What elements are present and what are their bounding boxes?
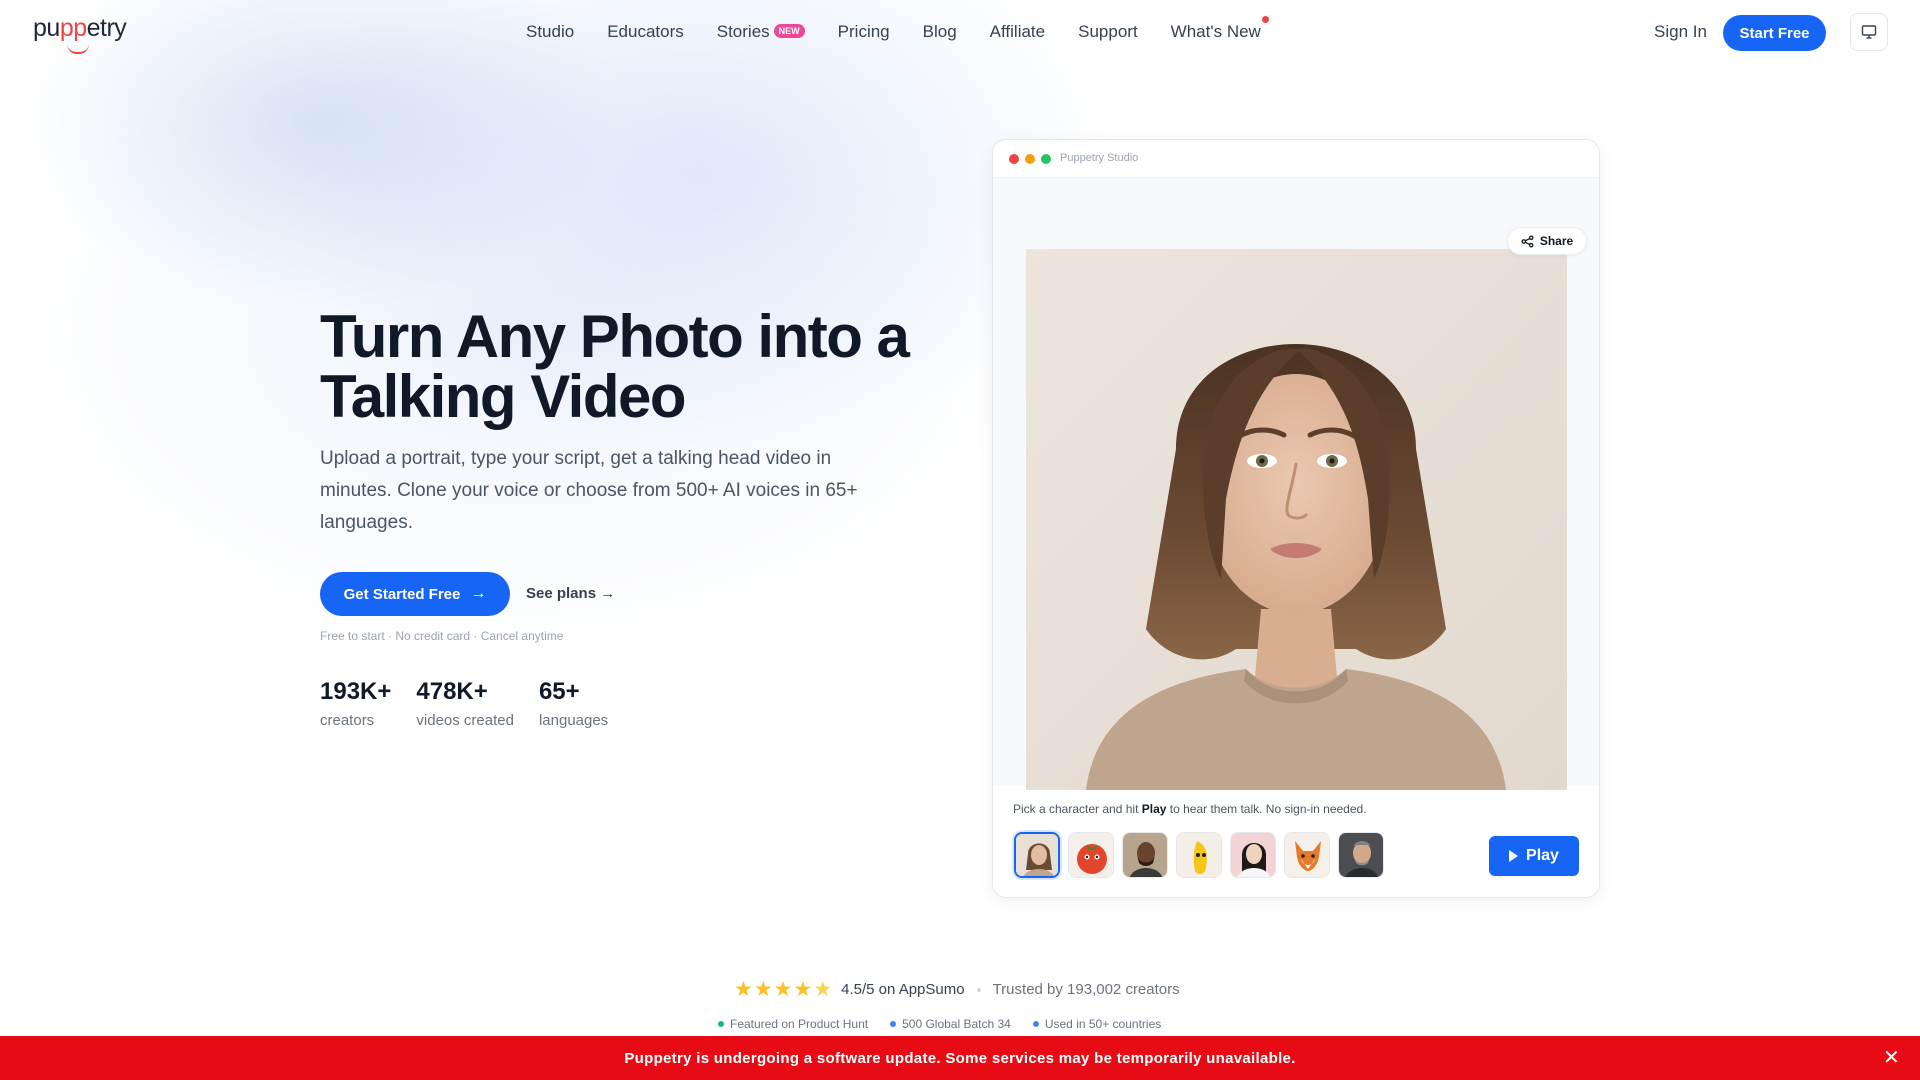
separator-dot bbox=[976, 987, 981, 992]
start-free-button[interactable]: Start Free bbox=[1723, 15, 1826, 51]
star-icon: ★ bbox=[793, 978, 813, 1001]
rating-row: ★ ★ ★ ★ ★ 4.5/5 on AppSumo Trusted by 19… bbox=[734, 979, 1180, 1000]
arrow-right-icon: → bbox=[470, 585, 487, 602]
play-button[interactable]: Play bbox=[1489, 836, 1579, 876]
share-button[interactable]: Share bbox=[1507, 227, 1587, 255]
nav-item-support[interactable]: Support bbox=[1078, 22, 1138, 42]
new-badge: NEW bbox=[773, 23, 805, 38]
nav-item-blog[interactable]: Blog bbox=[923, 22, 957, 42]
window-close-dot bbox=[1009, 154, 1019, 164]
notification-dot bbox=[1261, 16, 1269, 23]
window-minimize-dot bbox=[1025, 154, 1035, 164]
hero-background-glow bbox=[0, 0, 1920, 1080]
get-started-button[interactable]: Get Started Free → bbox=[320, 572, 510, 616]
get-started-label: Get Started Free bbox=[343, 585, 461, 603]
play-label: Play bbox=[1526, 847, 1559, 864]
character-older-man[interactable] bbox=[1338, 832, 1384, 878]
stat-label: languages bbox=[538, 712, 609, 729]
character-banana[interactable] bbox=[1176, 832, 1222, 878]
stat-label: videos created bbox=[416, 712, 514, 729]
portrait-image bbox=[1026, 249, 1567, 790]
stat-value: 65+ bbox=[538, 678, 580, 705]
display-toggle-button[interactable] bbox=[1850, 13, 1888, 51]
trusted-count: Trusted by 193,002 creators bbox=[992, 981, 1180, 998]
close-icon[interactable]: ✕ bbox=[1883, 1046, 1900, 1070]
fine-print: Free to start · No credit card · Cancel … bbox=[320, 629, 564, 643]
badge-countries: Used in 50+ countries bbox=[1032, 1017, 1161, 1031]
nav-links: Studio Educators Stories NEW Pricing Blog… bbox=[526, 16, 1269, 42]
stat-label: creators bbox=[320, 712, 375, 729]
nav-item-studio[interactable]: Studio bbox=[526, 22, 574, 42]
nav-item-educators[interactable]: Educators bbox=[607, 22, 684, 42]
banner-message: Puppetry is undergoing a software update… bbox=[624, 1049, 1296, 1067]
hero-subtitle: Upload a portrait, type your script, get… bbox=[320, 448, 858, 533]
window-titlebar: Puppetry Studio bbox=[993, 140, 1599, 178]
sign-in-link[interactable]: Sign In bbox=[1654, 22, 1707, 42]
character-asian-woman[interactable] bbox=[1230, 832, 1276, 878]
nav-item-whats-new-label: What's New bbox=[1170, 22, 1261, 41]
top-navigation: puppetry Studio Educators Stories NEW Pri… bbox=[0, 0, 1920, 66]
half-star-icon: ★ bbox=[813, 978, 833, 1001]
preview-stage: Share bbox=[993, 178, 1599, 790]
nav-item-pricing[interactable]: Pricing bbox=[838, 22, 890, 42]
stat-value: 193K+ bbox=[320, 678, 392, 705]
blue-dot-icon bbox=[890, 1021, 897, 1027]
nav-item-whats-new[interactable]: What's New bbox=[1170, 16, 1269, 42]
play-icon bbox=[1509, 850, 1519, 862]
badge-product-hunt: Featured on Product Hunt bbox=[718, 1017, 868, 1031]
monitor-icon bbox=[1861, 25, 1877, 39]
maintenance-banner: Puppetry is undergoing a software update… bbox=[0, 1036, 1920, 1080]
character-tomato[interactable] bbox=[1068, 832, 1114, 878]
nav-item-stories-label: Stories bbox=[716, 22, 770, 41]
trust-badges: Featured on Product Hunt 500 Global Batc… bbox=[718, 1017, 1183, 1031]
stat-languages: 65+ languages bbox=[539, 678, 608, 729]
hero-title: Turn Any Photo into a Talking Video bbox=[320, 303, 910, 430]
window-title: Puppetry Studio bbox=[1060, 152, 1139, 164]
star-icon: ★ bbox=[753, 978, 773, 1001]
puppetry-logo[interactable]: puppetry bbox=[33, 14, 127, 54]
share-icon bbox=[1521, 234, 1534, 248]
studio-preview-card: Puppetry Studio Share Pick a character a… bbox=[992, 139, 1600, 898]
stat-videos: 478K+ videos created bbox=[416, 678, 514, 729]
logo-smile-mark bbox=[67, 44, 89, 54]
character-woman[interactable] bbox=[1014, 832, 1060, 878]
star-icon: ★ bbox=[734, 978, 753, 1001]
see-plans-link[interactable]: See plans → bbox=[526, 585, 615, 602]
character-fox[interactable] bbox=[1284, 832, 1330, 878]
stat-creators: 193K+ creators bbox=[320, 678, 391, 729]
star-icon: ★ bbox=[773, 978, 793, 1001]
nav-item-stories[interactable]: Stories NEW bbox=[717, 22, 805, 42]
character-picker bbox=[1014, 832, 1392, 878]
character-hint: Pick a character and hit Play to hear th… bbox=[1013, 802, 1367, 816]
stat-value: 478K+ bbox=[416, 678, 488, 705]
share-label: Share bbox=[1539, 234, 1574, 248]
nav-item-affiliate[interactable]: Affiliate bbox=[990, 22, 1045, 42]
appsumo-rating: 4.5/5 on AppSumo bbox=[841, 981, 965, 998]
green-dot-icon bbox=[718, 1021, 724, 1027]
window-maximize-dot bbox=[1041, 154, 1051, 164]
woman-portrait-illustration bbox=[1026, 249, 1567, 790]
character-man[interactable] bbox=[1122, 832, 1168, 878]
blue-dot-icon bbox=[1032, 1021, 1039, 1027]
badge-500-global: 500 Global Batch 34 bbox=[890, 1017, 1011, 1031]
stats-row: 193K+ creators 478K+ videos created 65+ … bbox=[320, 678, 633, 729]
